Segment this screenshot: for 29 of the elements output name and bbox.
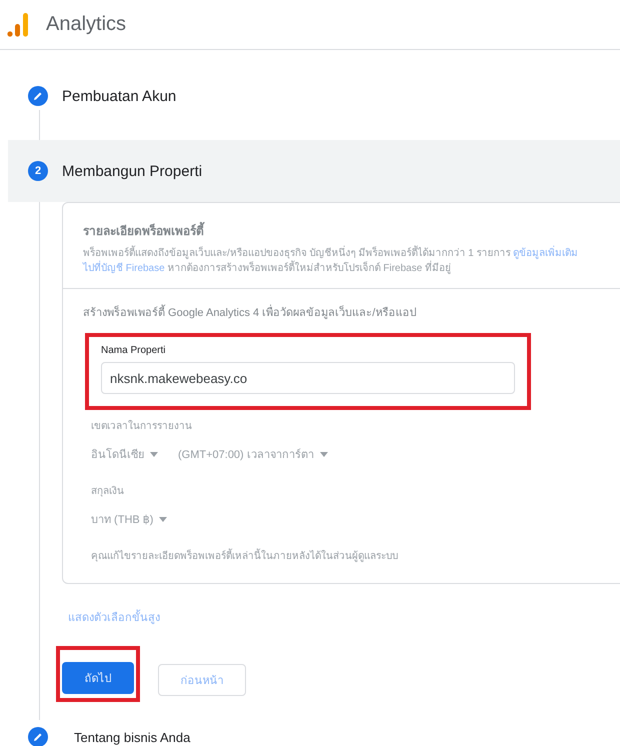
field-label: สกุลเงิน	[91, 485, 125, 498]
currency-dropdown[interactable]: บาท (THB ฿)	[91, 510, 168, 528]
step-row[interactable]: Pembuatan Akun	[0, 78, 620, 114]
caret-icon	[150, 452, 158, 456]
field-label: เขตเวลาในการรายงาน	[91, 419, 193, 433]
section-title: สร้างพร็อพเพอร์ตี้ Google Analytics 4 เพื่อวัดผลข้อมูลเว็บและ/หรือแอป	[83, 303, 611, 321]
step-label: Tentang bisnis Anda	[74, 730, 190, 744]
step-row[interactable]: Tentang bisnis Anda	[0, 722, 620, 746]
learn-more-link[interactable]: ดูข้อมูลเพิ่มเติม	[513, 248, 578, 259]
active-step-row[interactable]: 2 Membangun Properti	[8, 140, 620, 202]
step-label: Membangun Properti	[62, 162, 202, 180]
timezone-dropdown[interactable]: (GMT+07:00) เวลาจาการ์ตา	[178, 445, 328, 463]
note-text: คุณแก้ไขรายละเอียดพร็อพเพอร์ตี้เหล่านี้ในภายหลังได้ในส่วนผู้ดูแลระบบ	[91, 548, 611, 563]
back-button[interactable]: ก่อนหน้า	[158, 664, 246, 696]
pencil-icon	[33, 732, 43, 742]
property-name-field[interactable]: nksnk.makewebeasy.co	[101, 362, 515, 394]
advanced-options-link[interactable]: แสดงตัวเลือกขั้นสูง	[68, 608, 160, 626]
caret-icon	[159, 516, 168, 522]
pencil-icon	[33, 91, 43, 101]
next-button[interactable]: ถัดไป	[62, 662, 134, 694]
step-number: 2	[28, 161, 48, 181]
description-text: พร็อพเพอร์ตี้แสดงถึงข้อมูลเว็บและ/หรือแอปของธุรกิจ บัญชีหนึ่งๆ มีพร็อพเพอร์ตี้ได้มากกว่า 1 รายการ ดูข้อมูลเพิ่มเติม ไปที่บัญชี Firebase หากต้องการสร้างพร็อพเพอร์ตี้ใหม่สำหรับโปรเจ็กต์ Firebase ที่มีอยู่	[83, 246, 611, 276]
step-label: Pembuatan Akun	[62, 88, 176, 104]
app-title: Analytics	[46, 13, 126, 36]
caret-icon	[320, 452, 328, 456]
country-dropdown[interactable]: อินโดนีเซีย	[91, 445, 158, 463]
field-label: Nama Properti	[101, 345, 166, 356]
section-title: รายละเอียดพร็อพเพอร์ตี้	[83, 221, 611, 240]
firebase-link[interactable]: ไปที่บัญชี Firebase	[83, 263, 165, 274]
